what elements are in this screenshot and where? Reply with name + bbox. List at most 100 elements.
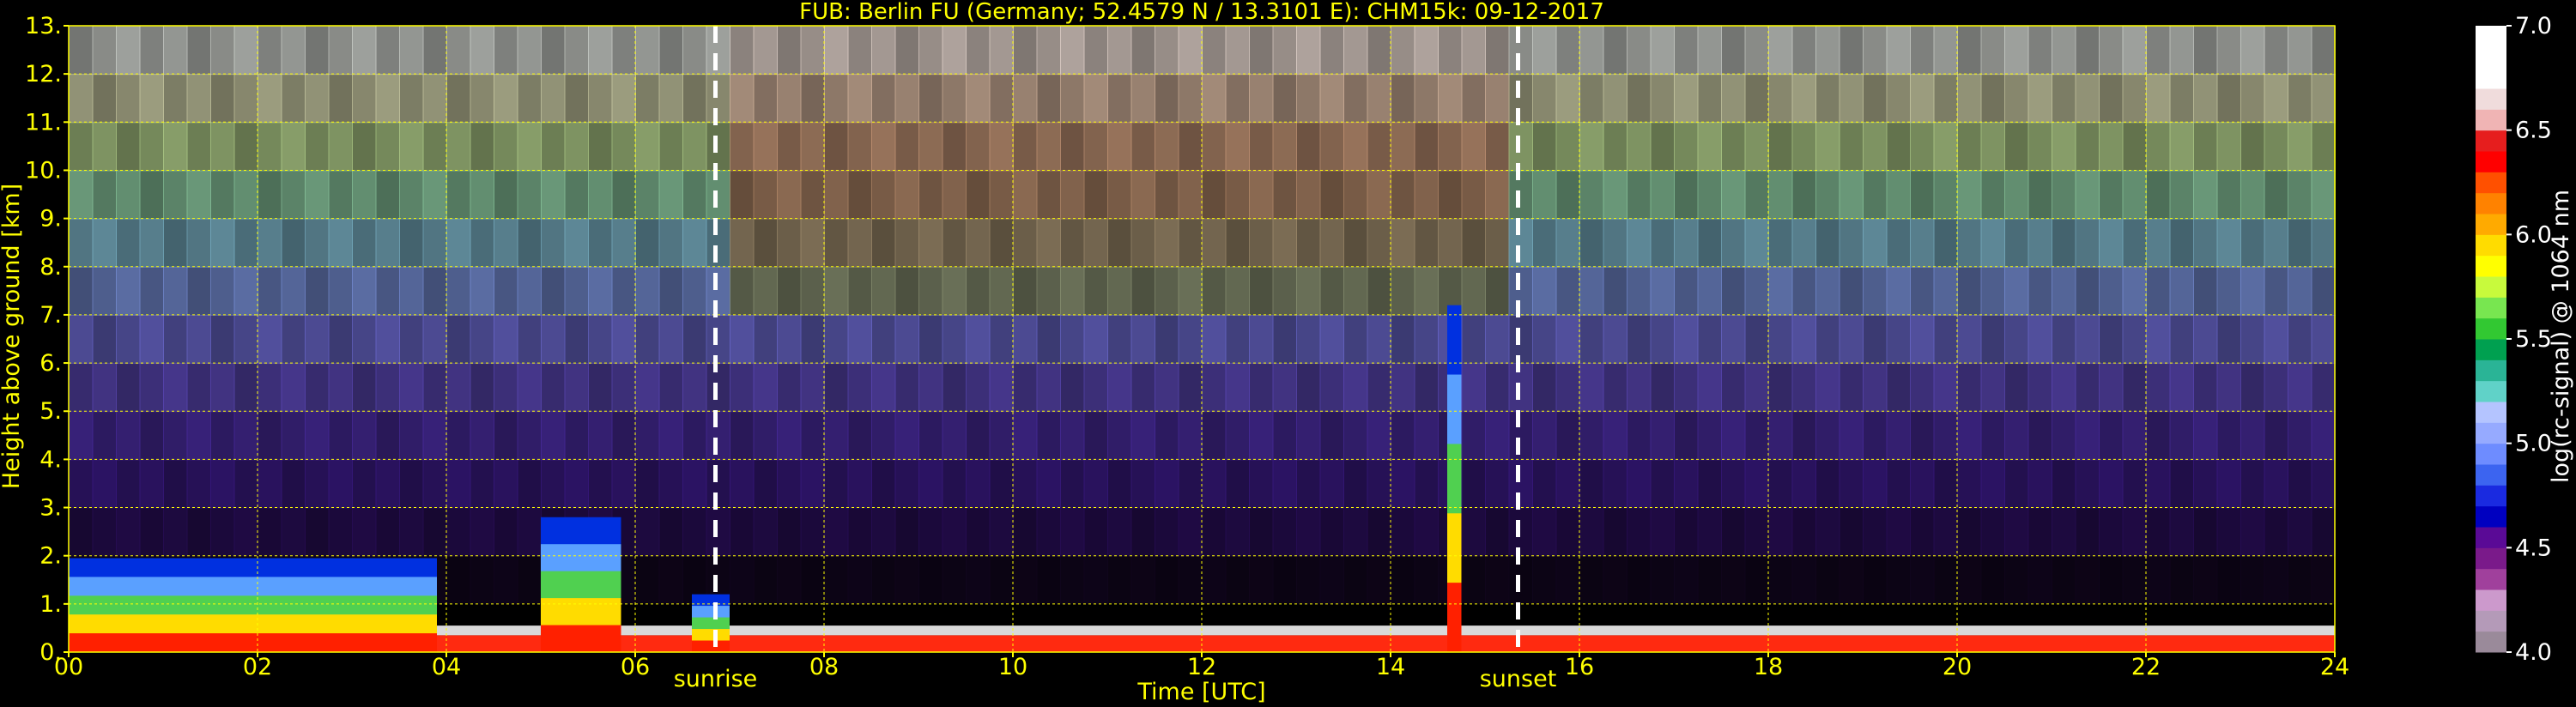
field-cell — [69, 170, 94, 220]
field-cell — [1013, 555, 1038, 605]
field-cell — [399, 218, 424, 268]
field-cell — [1721, 26, 1746, 76]
field-cell — [918, 314, 943, 365]
field-cell — [1485, 122, 1510, 172]
field-cell — [1886, 555, 1911, 605]
field-cell — [163, 459, 188, 509]
field-cell — [706, 26, 730, 76]
y-tick-label: 3. — [39, 495, 62, 522]
field-cell — [1202, 555, 1227, 605]
field-cell — [871, 555, 896, 605]
field-cell — [1225, 507, 1250, 557]
field-cell — [2052, 74, 2076, 124]
field-cell — [2099, 26, 2124, 76]
field-cell — [352, 314, 377, 365]
field-cell — [753, 363, 778, 413]
field-cell — [446, 314, 471, 365]
field-cell — [1744, 26, 1769, 76]
field-cell — [1768, 363, 1793, 413]
x-tick-label: 02 — [243, 654, 272, 680]
field-cell — [800, 170, 825, 220]
field-cell — [1178, 218, 1203, 268]
field-cell — [139, 266, 164, 316]
field-cell — [1178, 314, 1203, 365]
field-cell — [2075, 266, 2100, 316]
field-cell — [1886, 314, 1911, 365]
field-cell — [210, 26, 235, 76]
field-cell — [163, 266, 188, 316]
field-cell — [1391, 507, 1415, 557]
field-cell — [233, 170, 258, 220]
field-cell — [352, 411, 377, 461]
field-cell — [1107, 26, 1132, 76]
field-cell — [186, 218, 211, 268]
field-cell — [989, 218, 1014, 268]
field-cell — [2169, 218, 2194, 268]
field-cell — [1391, 459, 1415, 509]
field-cell — [989, 555, 1014, 605]
field-cell — [139, 218, 164, 268]
field-cell — [2027, 363, 2052, 413]
field-cell — [2146, 507, 2171, 557]
field-cell — [966, 555, 991, 605]
field-cell — [517, 363, 542, 413]
field-cell — [588, 314, 613, 365]
field-cell — [1910, 122, 1935, 172]
field-cell — [1674, 459, 1699, 509]
field-cell — [2311, 363, 2336, 413]
field-cell — [233, 266, 258, 316]
field-cell — [1744, 411, 1769, 461]
field-cell — [1178, 555, 1203, 605]
field-cell — [305, 170, 330, 220]
field-cell — [1155, 459, 1179, 509]
field-cell — [1367, 170, 1391, 220]
field-cell — [894, 74, 919, 124]
field-cell — [753, 218, 778, 268]
field-cell — [1272, 459, 1297, 509]
field-cell — [281, 170, 306, 220]
colorbar-segment — [2476, 297, 2506, 319]
field-cell — [1674, 26, 1699, 76]
field-cell — [470, 459, 494, 509]
field-cell — [92, 507, 117, 557]
field-cell — [1225, 218, 1250, 268]
field-cell — [1414, 170, 1439, 220]
field-cell — [1130, 74, 1155, 124]
field-cell — [1532, 218, 1557, 268]
field-cell — [541, 74, 566, 124]
field-cell — [1886, 26, 1911, 76]
field-cell — [1296, 170, 1321, 220]
field-cell — [1060, 26, 1085, 76]
field-cell — [494, 363, 518, 413]
field-cell — [847, 555, 872, 605]
field-cell — [942, 555, 967, 605]
field-cell — [1036, 459, 1061, 509]
field-cell — [1438, 218, 1463, 268]
colorbar-segment — [2476, 380, 2506, 402]
field-cell — [446, 555, 471, 605]
field-cell — [1461, 314, 1486, 365]
colorbar-segment — [2476, 130, 2506, 152]
x-tick-label: 22 — [2131, 654, 2161, 680]
field-cell — [1744, 170, 1769, 220]
field-cell — [1508, 411, 1533, 461]
field-cell — [1957, 459, 1982, 509]
field-cell — [2288, 555, 2312, 605]
field-cell — [2052, 555, 2076, 605]
field-cell — [233, 507, 258, 557]
field-cell — [1107, 170, 1132, 220]
field-cell — [2216, 411, 2241, 461]
field-cell — [1367, 555, 1391, 605]
field-cell — [375, 507, 400, 557]
field-cell — [1910, 555, 1935, 605]
field-cell — [1815, 314, 1840, 365]
field-cell — [989, 459, 1014, 509]
field-cell — [564, 411, 589, 461]
field-cell — [2288, 266, 2312, 316]
field-cell — [328, 459, 353, 509]
field-cell — [2169, 411, 2194, 461]
field-cell — [1107, 74, 1132, 124]
field-cell — [1225, 314, 1250, 365]
field-cell — [966, 170, 991, 220]
field-cell — [328, 266, 353, 316]
